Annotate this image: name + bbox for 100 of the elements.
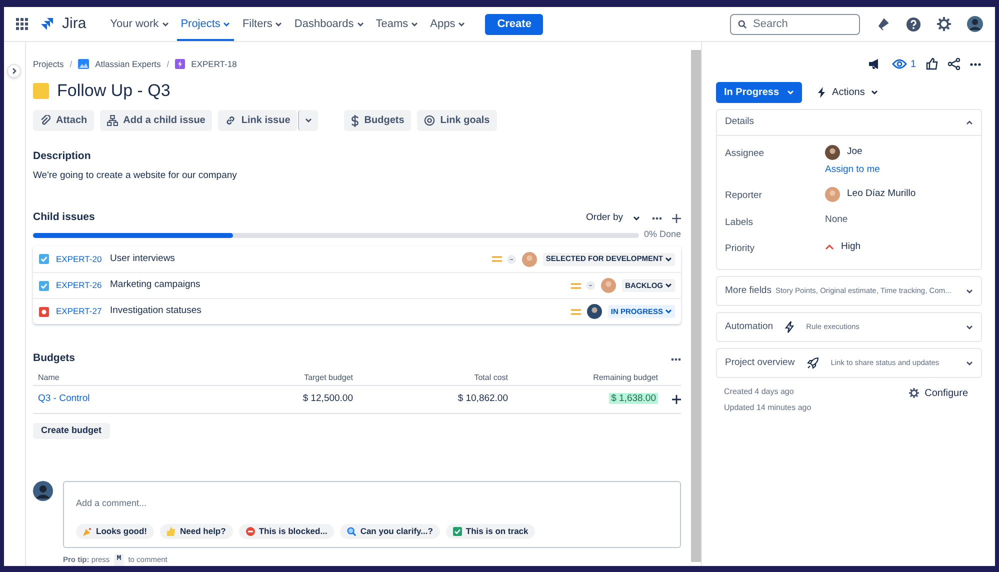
party-popper-icon <box>83 527 92 536</box>
search-field[interactable]: Search <box>730 14 860 34</box>
field-label: Assignee <box>725 147 766 161</box>
estimate-badge-icon <box>586 281 596 290</box>
chevron-down-icon <box>665 256 672 262</box>
quick-reply-chip[interactable]: Need help? <box>160 524 233 540</box>
priority-medium-icon <box>571 282 582 288</box>
chevron-down-icon <box>275 22 282 26</box>
column-header: Total cost <box>473 372 508 384</box>
breadcrumb-separator: / <box>166 58 170 70</box>
watch-button[interactable]: 1 <box>892 56 916 72</box>
breadcrumb-link[interactable]: EXPERT-18 <box>191 58 237 70</box>
settings-icon <box>908 388 919 398</box>
nav-tab[interactable]: Filters <box>238 7 286 41</box>
comment-box[interactable]: Add a comment... Looks good! Need help? This is blocked... Can you clarify...? This is on track <box>63 481 681 548</box>
field-value[interactable]: None <box>825 213 848 228</box>
toolbar-button[interactable]: Add a child issue <box>100 110 212 131</box>
help-icon[interactable] <box>906 16 921 32</box>
avatar <box>825 144 840 160</box>
toolbar-button[interactable]: Link goals <box>417 110 497 131</box>
toolbar-button[interactable]: Attach <box>33 110 94 131</box>
chevron-down-icon <box>665 309 672 314</box>
nav-tab[interactable]: Your work <box>106 7 173 41</box>
checkbox-icon <box>39 280 49 290</box>
column-header: Name <box>37 372 60 384</box>
quick-reply-chip[interactable]: Can you clarify...? <box>340 524 440 540</box>
column-header: Remaining budget <box>592 372 658 384</box>
create-button[interactable]: Create <box>485 14 544 34</box>
field-label: Priority <box>725 242 756 256</box>
expand-sidebar-button[interactable] <box>7 64 21 78</box>
create-budget-button[interactable]: Create budget <box>33 423 110 439</box>
progress-text: 0% Done <box>644 228 681 242</box>
chevron-down-icon <box>966 288 973 294</box>
priority-medium-icon <box>492 256 502 262</box>
share-icon[interactable] <box>948 58 960 70</box>
table-cell-text: $ 12,500.00 <box>302 392 353 406</box>
lightning-icon <box>817 87 826 98</box>
add-icon[interactable] <box>672 214 681 222</box>
thumbs-up-icon <box>167 527 176 536</box>
quick-reply-chip[interactable]: This is blocked... <box>238 524 334 540</box>
configure-button[interactable]: Configure <box>908 386 968 400</box>
chevron-up-icon[interactable] <box>966 120 973 125</box>
scrollbar[interactable] <box>691 50 701 562</box>
nav-tab[interactable]: Teams <box>372 7 422 41</box>
thumbs-up-icon[interactable] <box>926 58 938 70</box>
budget-name-link[interactable]: Q3 - Control <box>33 392 233 407</box>
link-icon <box>225 115 236 126</box>
created-text: Created 4 days ago <box>724 386 795 398</box>
avatar <box>33 481 53 502</box>
description-text[interactable]: We're going to create a website for our company <box>33 168 681 183</box>
more-icon[interactable] <box>652 216 662 220</box>
section-heading: Child issues <box>33 210 95 226</box>
checkbox-icon <box>452 527 462 536</box>
avatar <box>586 304 602 319</box>
remaining-budget-highlight: $ 1,638.00 <box>609 393 658 404</box>
field-value[interactable]: Leo Díaz Murillo <box>847 187 916 202</box>
nav-tab[interactable]: Apps <box>426 7 470 41</box>
quick-reply-chip[interactable]: Looks good! <box>76 524 154 540</box>
assign-to-me-link[interactable]: Assign to me <box>825 163 973 178</box>
logo-icon <box>40 17 54 31</box>
quick-reply-chip[interactable]: This is on track <box>446 524 536 540</box>
chevron-down-icon <box>870 90 878 95</box>
actions-button[interactable]: Actions <box>814 82 881 103</box>
issue-summary[interactable]: Investigation statuses <box>110 304 202 319</box>
logo-text[interactable]: Jira <box>62 12 86 36</box>
panel-heading: Details <box>725 115 754 130</box>
issue-key-link[interactable]: EXPERT-26 <box>56 279 110 292</box>
avatar[interactable] <box>967 16 983 32</box>
status-button[interactable]: In Progress <box>716 82 802 103</box>
toolbar-button[interactable]: Link issue <box>218 110 298 131</box>
add-icon[interactable] <box>672 395 681 404</box>
chevron-down-icon <box>305 118 312 123</box>
order-by-button[interactable]: Order by <box>586 210 640 226</box>
chevron-right-icon <box>12 68 16 74</box>
field-value[interactable]: Joe <box>847 144 862 160</box>
issue-summary[interactable]: Marketing campaigns <box>110 278 200 293</box>
more-icon[interactable] <box>671 358 681 360</box>
field-label: Reporter <box>725 189 763 204</box>
toolbar-button[interactable]: Budgets <box>344 110 412 131</box>
more-icon[interactable] <box>970 62 981 66</box>
nav-tab[interactable]: Dashboards <box>290 7 368 41</box>
issue-summary[interactable]: User interviews <box>110 252 175 266</box>
chevron-down-icon <box>162 22 169 26</box>
priority-high-icon <box>825 244 834 250</box>
breadcrumb-link[interactable]: Atlassian Experts <box>95 58 161 70</box>
field-value[interactable]: High <box>841 240 861 254</box>
settings-icon[interactable] <box>937 17 951 31</box>
issue-key-link[interactable]: EXPERT-27 <box>56 305 110 318</box>
app-switcher-icon[interactable] <box>16 18 28 30</box>
issue-title: Follow Up - Q3 <box>57 80 170 102</box>
breadcrumb-link[interactable]: Projects <box>33 58 64 70</box>
no-entry-icon <box>246 527 255 536</box>
search-icon <box>738 20 747 28</box>
nav-tab[interactable]: Projects <box>176 7 234 41</box>
paperclip-icon <box>40 115 51 126</box>
chevron-down-icon <box>966 324 973 330</box>
issue-type-icon <box>33 83 49 99</box>
issue-key-link[interactable]: EXPERT-20 <box>56 252 110 266</box>
updated-text: Updated 14 minutes ago <box>724 402 812 414</box>
chevron-down-icon <box>966 360 973 366</box>
